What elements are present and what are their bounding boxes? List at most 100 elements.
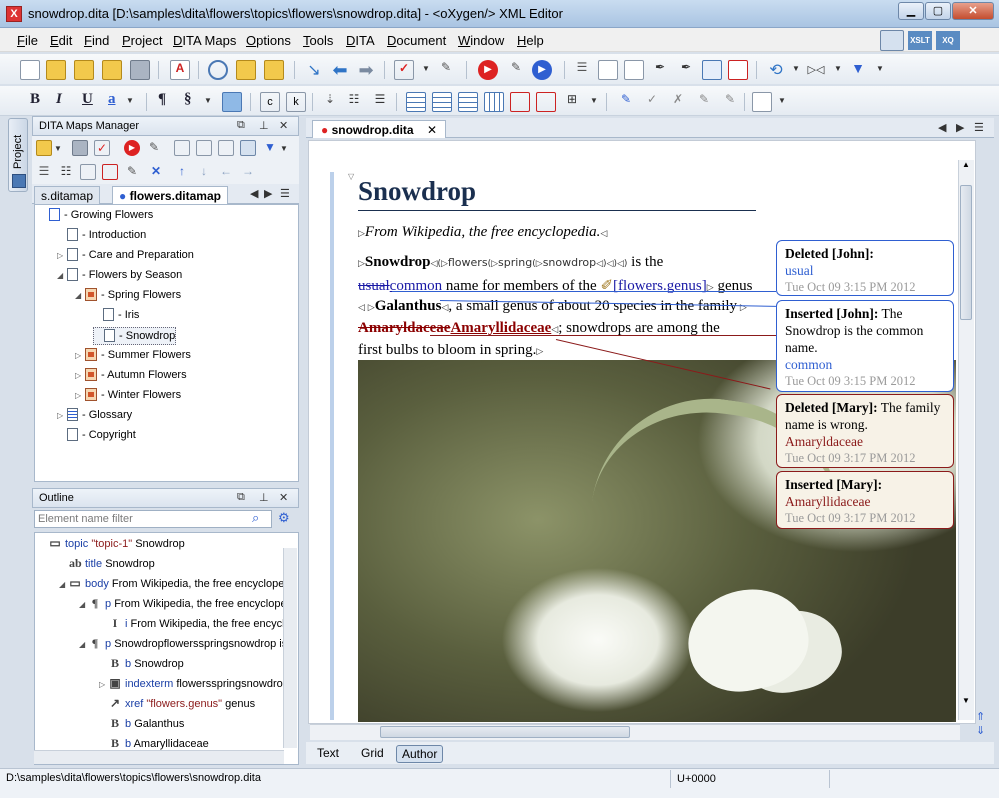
- expand-toggle-icon[interactable]: ▷: [75, 368, 85, 384]
- bold-icon[interactable]: B: [30, 91, 40, 108]
- tab-list-icon[interactable]: ☰: [280, 187, 290, 200]
- inserted-text-amaryllidaceae[interactable]: Amaryllidaceae: [450, 320, 551, 336]
- outline-pin-icon[interactable]: ⊥: [259, 491, 269, 504]
- map-tree-item[interactable]: ▷ - Winter Flowers: [75, 387, 181, 405]
- document-icon[interactable]: [598, 60, 618, 80]
- schema-icon[interactable]: [702, 60, 722, 80]
- editor-tab-prev-icon[interactable]: ◀: [938, 121, 946, 134]
- expand-toggle-icon[interactable]: ◢: [59, 576, 69, 594]
- delete-row-icon[interactable]: [510, 92, 530, 112]
- expand-toggle-icon[interactable]: ◢: [79, 596, 89, 614]
- map-tree-item[interactable]: - Iris: [93, 307, 139, 325]
- link-icon[interactable]: a: [108, 91, 116, 108]
- element-filter-input[interactable]: Element name filter: [34, 510, 272, 528]
- edit-properties-icon[interactable]: [196, 140, 212, 156]
- new-file-icon[interactable]: [20, 60, 40, 80]
- validate-map-icon[interactable]: ✓: [94, 140, 110, 156]
- close-button[interactable]: ✕: [952, 2, 994, 20]
- comment-change-icon[interactable]: ✎: [694, 92, 714, 112]
- map-tree-item[interactable]: ◢ - Flowers by Season: [57, 267, 182, 285]
- outline-row[interactable]: ◢ ¶ p Snowdropflowersspringsnowdrop is: [79, 634, 287, 654]
- mode-grid-tab[interactable]: Grid: [356, 745, 389, 761]
- map-tree-item[interactable]: - Growing Flowers: [39, 207, 153, 225]
- outline-row[interactable]: ↗ xref "flowers.genus" genus: [99, 694, 255, 714]
- reject-change-icon[interactable]: ✗: [668, 92, 688, 112]
- menu-document[interactable]: Document: [387, 33, 446, 48]
- outline-settings-icon[interactable]: ⚙: [278, 510, 290, 526]
- editor-hscroll-thumb[interactable]: [380, 726, 630, 738]
- insert-column-icon[interactable]: [458, 92, 478, 112]
- insert-mapref-icon[interactable]: [102, 164, 118, 180]
- expand-toggle-icon[interactable]: ◢: [75, 288, 85, 304]
- section-dropdown-icon[interactable]: ▼: [204, 96, 212, 105]
- outline-vertical-scrollbar[interactable]: [283, 548, 297, 748]
- menu-file[interactable]: File: [17, 33, 38, 48]
- map-tree-icon[interactable]: ☰: [36, 164, 52, 180]
- menu-tools[interactable]: Tools: [303, 33, 333, 48]
- open-map-dropdown-icon[interactable]: ▼: [54, 144, 62, 153]
- paragraph-line-1[interactable]: ▷Snowdrop◁(▷flowers(▷spring(▷snowdrop◁)◁…: [358, 254, 663, 271]
- format-indent-icon[interactable]: ☰: [572, 60, 592, 80]
- maximize-button[interactable]: ▢: [925, 2, 951, 20]
- menu-help[interactable]: Help: [517, 33, 544, 48]
- open-map-icon[interactable]: [36, 140, 52, 156]
- tab-s-ditamap[interactable]: s.ditamap: [34, 186, 101, 204]
- xslt-document-icon[interactable]: [624, 60, 644, 80]
- expand-toggle-icon[interactable]: ▷: [75, 348, 85, 364]
- paragraph-line-3[interactable]: ◁ ▷Galanthus◁, a small genus of about 20…: [358, 298, 747, 315]
- ordered-list-icon[interactable]: ☰: [370, 92, 390, 112]
- validate-icon[interactable]: ✓: [394, 60, 414, 80]
- filter-icon[interactable]: ▼: [848, 60, 868, 80]
- editor-scroll-thumb[interactable]: [960, 185, 972, 320]
- find-in-files-icon[interactable]: [236, 60, 256, 80]
- compare-icon[interactable]: ▷◁: [806, 60, 826, 80]
- prev-change-icon[interactable]: ⇑: [976, 710, 985, 723]
- refresh-dropdown-icon[interactable]: ▼: [792, 64, 800, 73]
- mode-text-tab[interactable]: Text: [312, 745, 344, 761]
- join-cells-dropdown-icon[interactable]: ▼: [590, 96, 598, 105]
- outline-row[interactable]: Bb Galanthus: [99, 714, 184, 734]
- open-folder-icon[interactable]: [46, 60, 66, 80]
- tab-next-icon[interactable]: ▶: [264, 187, 272, 200]
- open-in-editor-icon[interactable]: [174, 140, 190, 156]
- minimize-button[interactable]: ▁: [898, 2, 924, 20]
- xslt-debugger-button[interactable]: XSLT: [908, 31, 932, 50]
- open-recent-icon[interactable]: [102, 60, 122, 80]
- outline-row[interactable]: Bb Snowdrop: [99, 654, 184, 674]
- insert-conref-icon[interactable]: c: [260, 92, 280, 112]
- collapse-icon[interactable]: ▽: [348, 172, 354, 181]
- profiling-filter-icon[interactable]: ▼: [262, 140, 278, 156]
- deleted-text-amaryldaceae[interactable]: Amaryldaceae: [358, 320, 450, 336]
- configure-validation-icon[interactable]: ✎: [436, 60, 456, 80]
- editor-perspective-button[interactable]: [880, 30, 904, 51]
- outline-row[interactable]: ab title Snowdrop: [59, 554, 155, 574]
- close-tab-icon[interactable]: ✕: [427, 123, 437, 137]
- paragraph-line-5[interactable]: first bulbs to bloom in spring.▷: [358, 342, 543, 359]
- menu-window[interactable]: Window: [458, 33, 504, 48]
- insert-image-icon[interactable]: [222, 92, 242, 112]
- unordered-list-icon[interactable]: ☷: [344, 92, 364, 112]
- insert-table-icon[interactable]: [406, 92, 426, 112]
- table-properties-icon[interactable]: [484, 92, 504, 112]
- join-cells-icon[interactable]: ⊞: [562, 92, 582, 112]
- map-tree-item[interactable]: - Introduction: [57, 227, 146, 245]
- tracked-change-callout[interactable]: Inserted [Mary]: Amaryllidaceae Tue Oct 09…: [776, 471, 954, 529]
- back-arrow-icon[interactable]: ⬅: [330, 60, 350, 80]
- map-configure-icon[interactable]: ✎: [146, 140, 162, 156]
- search-icon[interactable]: ⌕: [252, 510, 259, 526]
- new-from-template-icon[interactable]: A: [170, 60, 190, 80]
- insert-reference-icon[interactable]: [218, 140, 234, 156]
- menu-dita[interactable]: DITA: [346, 33, 375, 48]
- demote-icon[interactable]: →: [240, 164, 256, 180]
- link-with-editor-icon[interactable]: [240, 140, 256, 156]
- expand-toggle-icon[interactable]: ◢: [57, 268, 67, 284]
- xpath-builder-icon[interactable]: ✒: [676, 60, 696, 80]
- find-icon[interactable]: [208, 60, 228, 80]
- menu-dita-maps[interactable]: DITA Maps: [173, 33, 236, 48]
- move-up-icon[interactable]: ↑: [174, 164, 190, 180]
- profiling-dropdown-icon[interactable]: ▼: [280, 144, 288, 153]
- expand-toggle-icon[interactable]: ▷: [99, 676, 109, 694]
- map-tree-item[interactable]: ▷ - Autumn Flowers: [75, 367, 187, 385]
- compare-dropdown-icon[interactable]: ▼: [834, 64, 842, 73]
- next-change-icon[interactable]: ⇓: [976, 724, 985, 737]
